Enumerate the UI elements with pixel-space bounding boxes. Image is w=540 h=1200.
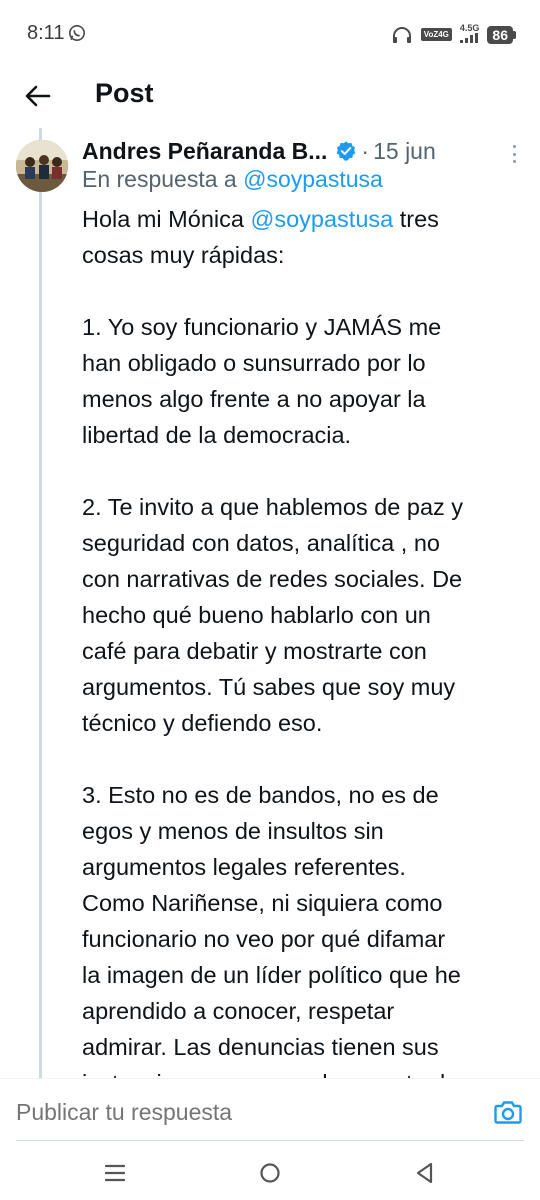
post-text-line: 3. Esto no es de bandos, no es de	[82, 777, 522, 813]
reply-bar	[0, 1078, 540, 1144]
home-button[interactable]	[255, 1158, 285, 1188]
post-text-segment: café para debatir y mostrarte con	[82, 638, 427, 664]
post-text-segment: menos algo frente a no apoyar la	[82, 386, 426, 412]
post-text-line: Como Nariñense, ni siquiera como	[82, 885, 522, 921]
volte-badge: VoZ4G	[420, 28, 452, 41]
post-text-line: Hola mi Mónica @soypastusa tres	[82, 201, 522, 237]
post-header: Andres Peñaranda B... · 15 jun	[82, 134, 436, 168]
reply-prefix: En respuesta a	[82, 166, 237, 192]
post-text-segment: 2. Te invito a que hablemos de paz y	[82, 494, 464, 520]
post-text-line	[82, 453, 522, 489]
triangle-back-icon	[416, 1162, 433, 1184]
post-text-line: menos algo frente a no apoyar la	[82, 381, 522, 417]
post-text-segment: con narrativas de redes sociales. De	[82, 566, 463, 592]
date-separator: ·	[361, 137, 370, 164]
post-text-line: instancias y no se pueden montar la	[82, 1065, 522, 1078]
post-text-line: libertad de la democracia.	[82, 417, 522, 453]
avatar-photo	[16, 140, 68, 192]
post-text-segment: instancias y no se pueden montar la	[82, 1070, 458, 1078]
post-text-line: funcionario no veo por qué difamar	[82, 921, 522, 957]
system-nav-bar	[0, 1146, 540, 1200]
post-text-line: argumentos legales referentes.	[82, 849, 522, 885]
post-text-line: han obligado o sunsurrado por lo	[82, 345, 522, 381]
post-text-line: cosas muy rápidas:	[82, 237, 522, 273]
home-circle-icon	[260, 1163, 280, 1183]
post-text-segment: egos y menos de insultos sin	[82, 818, 384, 844]
avatar[interactable]	[16, 140, 68, 192]
post-text-line: seguridad con datos, analítica , no	[82, 525, 522, 561]
post-text-line: 2. Te invito a que hablemos de paz y	[82, 489, 522, 525]
nav-back-button[interactable]	[410, 1158, 440, 1188]
post-text-segment: tres	[393, 206, 439, 232]
back-button[interactable]	[18, 76, 58, 116]
post-text-segment: argumentos legales referentes.	[82, 854, 406, 880]
recent-apps-button[interactable]	[100, 1158, 130, 1188]
post-text-line: con narrativas de redes sociales. De	[82, 561, 522, 597]
post-text-line	[82, 273, 522, 309]
battery-level: 86	[487, 25, 513, 44]
post-text-line: aprendido a conocer, respetar	[82, 993, 522, 1029]
status-indicators: VoZ4G 4.5G 86	[391, 24, 516, 45]
thread-line	[39, 128, 42, 1078]
top-app-bar: Post	[0, 70, 540, 126]
post-text-segment: 1. Yo soy funcionario y JAMÁS me	[82, 314, 442, 340]
post-text-segment: libertad de la democracia.	[82, 422, 352, 448]
network-type-label: 4.5G	[459, 23, 480, 33]
post-text-line: técnico y defiendo eso.	[82, 705, 522, 741]
post-text-segment: hecho qué bueno hablarlo con un	[82, 602, 431, 628]
reply-divider	[16, 1140, 524, 1141]
post-text-segment: admirar. Las denuncias tienen sus	[82, 1034, 439, 1060]
post-text-segment: Como Nariñense, ni siquiera como	[82, 890, 443, 916]
whatsapp-icon	[68, 24, 86, 42]
signal-icon: 4.5G	[459, 23, 480, 45]
menu-icon	[105, 1164, 125, 1182]
post-text-line: hecho qué bueno hablarlo con un	[82, 597, 522, 633]
post-text-segment: técnico y defiendo eso.	[82, 710, 323, 736]
post-text-segment: Hola mi Mónica	[82, 206, 251, 232]
post-text-segment: la imagen de un líder político que he	[82, 962, 461, 988]
camera-icon[interactable]	[494, 1099, 522, 1125]
author-name[interactable]: Andres Peñaranda B...	[82, 138, 327, 165]
post-text-line: café para debatir y mostrarte con	[82, 633, 522, 669]
reply-input[interactable]	[16, 1099, 436, 1126]
post-text-segment: argumentos. Tú sabes que soy muy	[82, 674, 456, 700]
reply-context: En respuesta a @soypastusa	[82, 166, 383, 193]
post-text-segment: funcionario no veo por qué difamar	[82, 926, 446, 952]
post-text-segment: aprendido a conocer, respetar	[82, 998, 395, 1024]
post-text-line: la imagen de un líder político que he	[82, 957, 522, 993]
status-time: 8:11	[27, 22, 65, 44]
post-text-line: admirar. Las denuncias tienen sus	[82, 1029, 522, 1065]
post-text-segment: cosas muy rápidas:	[82, 242, 285, 268]
post-date[interactable]: 15 jun	[373, 138, 436, 165]
post-text: Hola mi Mónica @soypastusa tres cosas muy…	[82, 201, 522, 1078]
post-text-segment: seguridad con datos, analítica , no	[82, 530, 440, 556]
post-text-line: 1. Yo soy funcionario y JAMÁS me	[82, 309, 522, 345]
mention-link[interactable]: @soypastusa	[250, 206, 393, 232]
post-text-segment: 3. Esto no es de bandos, no es de	[82, 782, 439, 808]
headphones-icon	[392, 26, 411, 43]
verified-badge-icon	[337, 141, 356, 161]
reply-handle-link[interactable]: @soypastusa	[243, 166, 383, 192]
post-text-line: egos y menos de insultos sin	[82, 813, 522, 849]
post-text-line: argumentos. Tú sabes que soy muy	[82, 669, 522, 705]
page-title: Post	[95, 78, 154, 108]
status-bar: 8:11 VoZ4G 4.5G 86	[0, 0, 540, 70]
battery-icon: 86	[487, 25, 516, 44]
back-arrow-icon	[25, 85, 51, 107]
more-options-button[interactable]	[505, 142, 523, 166]
post-text-line	[82, 741, 522, 777]
post-text-segment: han obligado o sunsurrado por lo	[82, 350, 426, 376]
